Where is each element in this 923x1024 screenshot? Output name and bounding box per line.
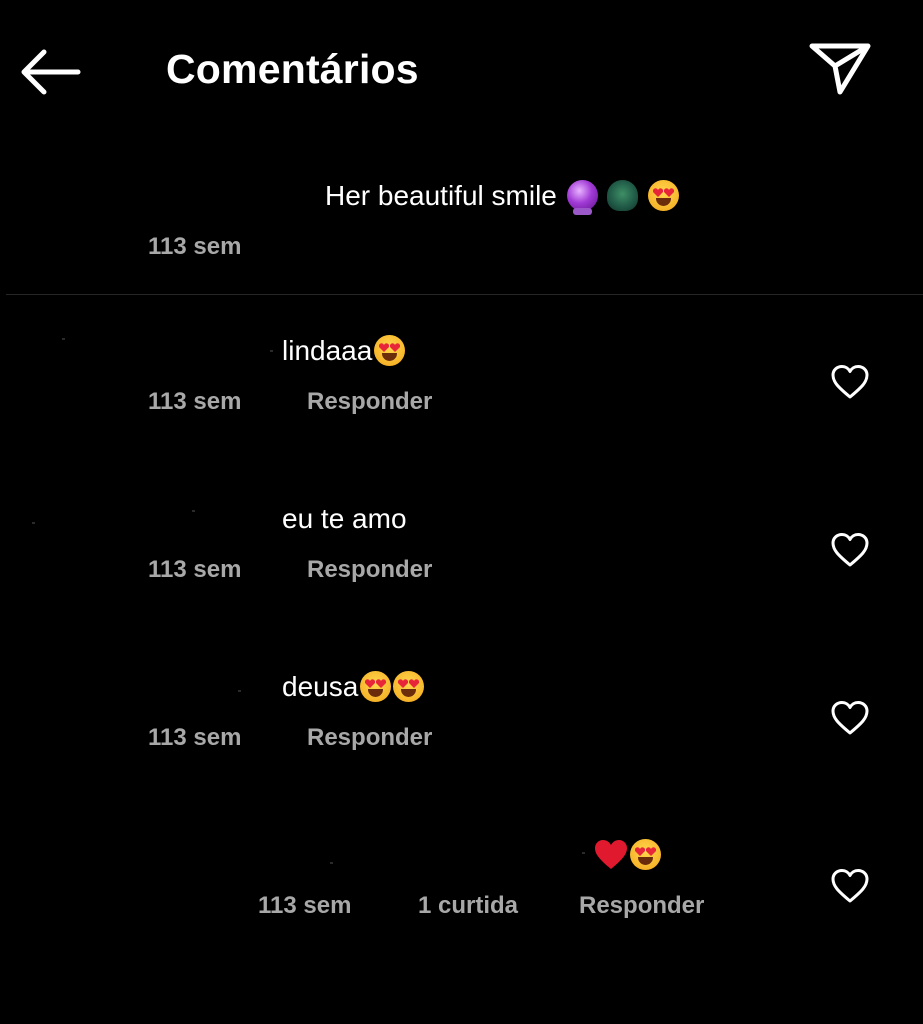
comment-timestamp: 113 sem	[258, 892, 352, 919]
like-button[interactable]	[830, 532, 870, 568]
heart-outline-icon	[831, 869, 869, 903]
red-heart-emoji-icon	[595, 840, 627, 869]
reply-button[interactable]: Responder	[307, 388, 432, 416]
comment-text	[592, 839, 661, 871]
heart-eyes-emoji-icon	[630, 839, 661, 870]
divider	[6, 294, 923, 295]
peacock-emoji-icon	[607, 180, 639, 211]
heart-eyes-emoji-icon	[648, 180, 680, 211]
top-bar: Comentários	[0, 0, 923, 140]
back-button[interactable]	[18, 48, 82, 96]
heart-outline-icon	[831, 533, 869, 567]
like-button[interactable]	[830, 364, 870, 400]
like-count[interactable]: 1 curtida	[418, 892, 518, 920]
comment-item: 113 sem 1 curtida Responder	[0, 824, 923, 992]
comment-timestamp: 113 sem	[148, 724, 242, 751]
comment-text: deusa	[282, 671, 425, 703]
like-button[interactable]	[830, 868, 870, 904]
caption-text: Her beautiful smile	[325, 180, 680, 215]
comment-text: lindaaa	[282, 335, 406, 367]
heart-eyes-emoji-icon	[393, 671, 425, 702]
reply-button[interactable]: Responder	[307, 556, 432, 584]
arrow-left-icon	[21, 49, 81, 95]
comment-timestamp: 113 sem	[148, 556, 242, 583]
share-button[interactable]	[808, 40, 872, 96]
comment-body: lindaaa	[282, 335, 373, 366]
comment-body: eu te amo	[282, 503, 407, 534]
comment-text: eu te amo	[282, 503, 407, 535]
post-caption: Her beautiful smile 113 sem	[0, 160, 923, 295]
crystal-ball-emoji-icon	[566, 180, 598, 215]
page-title: Comentários	[166, 46, 419, 92]
comment-item: lindaaa 113 sem Responder	[0, 320, 923, 488]
heart-outline-icon	[831, 701, 869, 735]
heart-eyes-emoji-icon	[374, 335, 406, 366]
comments-screen: Comentários Her beautiful smile 113 sem …	[0, 0, 923, 1024]
comment-item: deusa 113 sem Responder	[0, 656, 923, 824]
reply-button[interactable]: Responder	[307, 724, 432, 752]
comment-item: eu te amo 113 sem Responder	[0, 488, 923, 656]
paper-plane-icon	[809, 43, 871, 95]
heart-eyes-emoji-icon	[360, 671, 392, 702]
comment-body: deusa	[282, 671, 359, 702]
caption-timestamp: 113 sem	[148, 233, 242, 260]
reply-button[interactable]: Responder	[579, 892, 704, 920]
comment-timestamp: 113 sem	[148, 388, 242, 415]
caption-body: Her beautiful smile	[325, 180, 557, 211]
heart-outline-icon	[831, 365, 869, 399]
like-button[interactable]	[830, 700, 870, 736]
